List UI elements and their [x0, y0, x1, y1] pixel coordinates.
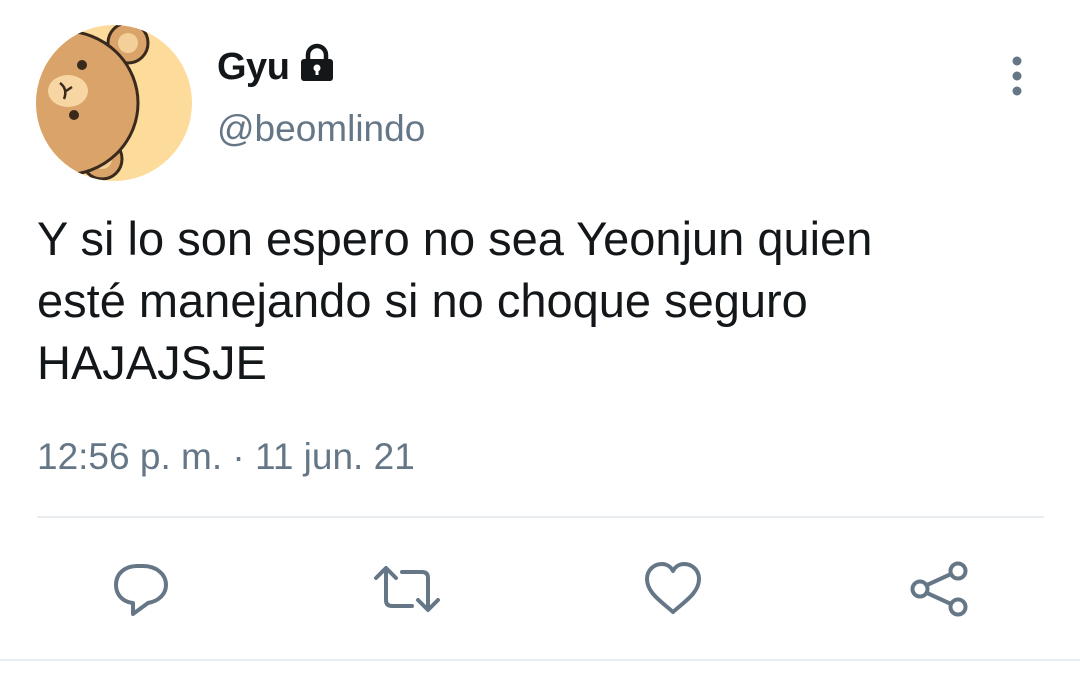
bottom-divider — [0, 659, 1080, 661]
user-name-row[interactable]: Gyu — [217, 43, 335, 90]
tweet-text: Y si lo son espero no sea Yeonjun quien … — [37, 212, 873, 389]
reply-button[interactable] — [110, 560, 172, 618]
bear-avatar-icon — [36, 25, 192, 181]
comment-icon — [114, 564, 168, 616]
user-handle[interactable]: @beomlindo — [217, 108, 425, 150]
retweet-icon — [374, 566, 440, 612]
retweet-button[interactable] — [372, 560, 440, 618]
more-options-icon[interactable] — [1000, 54, 1034, 98]
display-name[interactable]: Gyu — [217, 46, 290, 89]
avatar[interactable] — [36, 25, 192, 181]
divider — [37, 516, 1044, 518]
tweet-card: Gyu @beomlindo Y si lo son espero no sea… — [0, 0, 1080, 681]
heart-icon — [645, 562, 701, 614]
lock-icon — [299, 43, 335, 83]
tweet-timestamp[interactable]: 12:56 p. m. · 11 jun. 21 — [37, 436, 415, 478]
like-button[interactable] — [642, 560, 704, 618]
share-button[interactable] — [908, 560, 970, 618]
share-icon — [910, 561, 968, 617]
